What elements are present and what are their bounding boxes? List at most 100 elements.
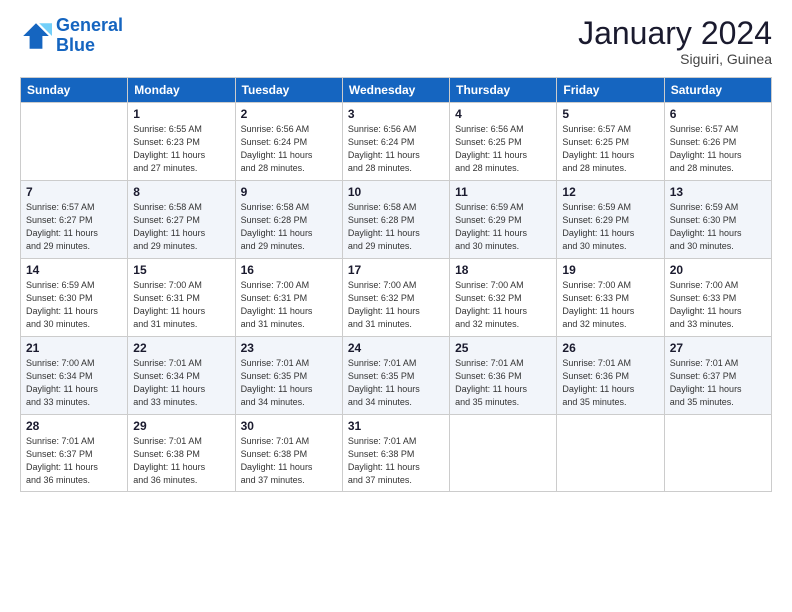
day-number: 23 (241, 341, 337, 355)
title-block: January 2024 Siguiri, Guinea (578, 16, 772, 67)
calendar-cell: 22 Sunrise: 7:01 AMSunset: 6:34 PMDayligh… (128, 337, 235, 415)
header-row: Sunday Monday Tuesday Wednesday Thursday… (21, 78, 772, 103)
calendar-cell: 31Sunrise: 7:01 AMSunset: 6:38 PMDayligh… (342, 415, 449, 492)
cell-info: Sunrise: 7:01 AMSunset: 6:35 PMDaylight:… (241, 357, 337, 409)
cell-info: Sunrise: 7:00 AMSunset: 6:33 PMDaylight:… (562, 279, 658, 331)
day-number: 6 (670, 107, 766, 121)
col-thursday: Thursday (450, 78, 557, 103)
cell-info: Sunrise: 7:00 AMSunset: 6:34 PMDaylight:… (26, 357, 122, 409)
day-number: 9 (241, 185, 337, 199)
day-number: 27 (670, 341, 766, 355)
cell-info: Sunrise: 6:56 AMSunset: 6:25 PMDaylight:… (455, 123, 551, 175)
calendar-cell: 4 Sunrise: 6:56 AMSunset: 6:25 PMDaylight… (450, 103, 557, 181)
cell-info: Sunrise: 7:01 AMSunset: 6:37 PMDaylight:… (26, 435, 122, 487)
day-number: 10 (348, 185, 444, 199)
calendar-cell: 5 Sunrise: 6:57 AMSunset: 6:25 PMDaylight… (557, 103, 664, 181)
header: General Blue January 2024 Siguiri, Guine… (20, 16, 772, 67)
day-number: 3 (348, 107, 444, 121)
calendar-week-row: 14 Sunrise: 6:59 AMSunset: 6:30 PMDayligh… (21, 259, 772, 337)
cell-info: Sunrise: 6:56 AMSunset: 6:24 PMDaylight:… (241, 123, 337, 175)
calendar-cell (21, 103, 128, 181)
page: General Blue January 2024 Siguiri, Guine… (0, 0, 792, 612)
calendar-cell: 28 Sunrise: 7:01 AMSunset: 6:37 PMDayligh… (21, 415, 128, 492)
logo: General Blue (20, 16, 123, 56)
day-number: 5 (562, 107, 658, 121)
calendar-cell: 16Sunrise: 7:00 AMSunset: 6:31 PMDayligh… (235, 259, 342, 337)
calendar-week-row: 7Sunrise: 6:57 AMSunset: 6:27 PMDaylight… (21, 181, 772, 259)
cell-info: Sunrise: 6:57 AMSunset: 6:26 PMDaylight:… (670, 123, 766, 175)
day-number: 28 (26, 419, 122, 433)
day-number: 22 (133, 341, 229, 355)
day-number: 8 (133, 185, 229, 199)
logo-line2: Blue (56, 35, 95, 55)
cell-info: Sunrise: 6:55 AMSunset: 6:23 PMDaylight:… (133, 123, 229, 175)
calendar-cell: 3 Sunrise: 6:56 AMSunset: 6:24 PMDaylight… (342, 103, 449, 181)
day-number: 12 (562, 185, 658, 199)
calendar-cell: 25 Sunrise: 7:01 AMSunset: 6:36 PMDayligh… (450, 337, 557, 415)
cell-info: Sunrise: 7:01 AMSunset: 6:38 PMDaylight:… (241, 435, 337, 487)
day-number: 30 (241, 419, 337, 433)
day-number: 15 (133, 263, 229, 277)
logo-line1: General (56, 15, 123, 35)
day-number: 31 (348, 419, 444, 433)
day-number: 1 (133, 107, 229, 121)
cell-info: Sunrise: 7:01 AMSunset: 6:36 PMDaylight:… (455, 357, 551, 409)
calendar-cell: 14 Sunrise: 6:59 AMSunset: 6:30 PMDayligh… (21, 259, 128, 337)
calendar-week-row: 28 Sunrise: 7:01 AMSunset: 6:37 PMDayligh… (21, 415, 772, 492)
calendar-cell: 21 Sunrise: 7:00 AMSunset: 6:34 PMDayligh… (21, 337, 128, 415)
day-number: 25 (455, 341, 551, 355)
calendar-week-row: 1 Sunrise: 6:55 AMSunset: 6:23 PMDaylight… (21, 103, 772, 181)
cell-info: Sunrise: 6:59 AMSunset: 6:29 PMDaylight:… (562, 201, 658, 253)
cell-info: Sunrise: 6:58 AMSunset: 6:28 PMDaylight:… (241, 201, 337, 253)
col-sunday: Sunday (21, 78, 128, 103)
day-number: 7 (26, 185, 122, 199)
day-number: 26 (562, 341, 658, 355)
day-number: 20 (670, 263, 766, 277)
calendar-cell: 17Sunrise: 7:00 AMSunset: 6:32 PMDayligh… (342, 259, 449, 337)
cell-info: Sunrise: 7:01 AMSunset: 6:36 PMDaylight:… (562, 357, 658, 409)
cell-info: Sunrise: 6:59 AMSunset: 6:30 PMDaylight:… (26, 279, 122, 331)
calendar-week-row: 21 Sunrise: 7:00 AMSunset: 6:34 PMDayligh… (21, 337, 772, 415)
cell-info: Sunrise: 7:00 AMSunset: 6:32 PMDaylight:… (348, 279, 444, 331)
day-number: 4 (455, 107, 551, 121)
calendar-cell: 19 Sunrise: 7:00 AMSunset: 6:33 PMDayligh… (557, 259, 664, 337)
calendar-cell: 26 Sunrise: 7:01 AMSunset: 6:36 PMDayligh… (557, 337, 664, 415)
calendar-cell: 12 Sunrise: 6:59 AMSunset: 6:29 PMDayligh… (557, 181, 664, 259)
cell-info: Sunrise: 6:56 AMSunset: 6:24 PMDaylight:… (348, 123, 444, 175)
calendar-cell (664, 415, 771, 492)
day-number: 19 (562, 263, 658, 277)
calendar-cell: 11Sunrise: 6:59 AMSunset: 6:29 PMDayligh… (450, 181, 557, 259)
calendar-cell: 15Sunrise: 7:00 AMSunset: 6:31 PMDayligh… (128, 259, 235, 337)
day-number: 24 (348, 341, 444, 355)
cell-info: Sunrise: 6:58 AMSunset: 6:27 PMDaylight:… (133, 201, 229, 253)
col-friday: Friday (557, 78, 664, 103)
cell-info: Sunrise: 6:57 AMSunset: 6:25 PMDaylight:… (562, 123, 658, 175)
col-tuesday: Tuesday (235, 78, 342, 103)
logo-text: General Blue (56, 16, 123, 56)
cell-info: Sunrise: 7:01 AMSunset: 6:37 PMDaylight:… (670, 357, 766, 409)
day-number: 21 (26, 341, 122, 355)
col-saturday: Saturday (664, 78, 771, 103)
cell-info: Sunrise: 7:00 AMSunset: 6:33 PMDaylight:… (670, 279, 766, 331)
cell-info: Sunrise: 6:59 AMSunset: 6:30 PMDaylight:… (670, 201, 766, 253)
day-number: 2 (241, 107, 337, 121)
day-number: 11 (455, 185, 551, 199)
cell-info: Sunrise: 7:01 AMSunset: 6:34 PMDaylight:… (133, 357, 229, 409)
col-monday: Monday (128, 78, 235, 103)
calendar-cell: 29Sunrise: 7:01 AMSunset: 6:38 PMDayligh… (128, 415, 235, 492)
day-number: 14 (26, 263, 122, 277)
calendar-cell: 10Sunrise: 6:58 AMSunset: 6:28 PMDayligh… (342, 181, 449, 259)
month-title: January 2024 (578, 16, 772, 51)
logo-icon (20, 20, 52, 52)
cell-info: Sunrise: 7:00 AMSunset: 6:32 PMDaylight:… (455, 279, 551, 331)
calendar-table: Sunday Monday Tuesday Wednesday Thursday… (20, 77, 772, 492)
day-number: 13 (670, 185, 766, 199)
calendar-cell: 30 Sunrise: 7:01 AMSunset: 6:38 PMDayligh… (235, 415, 342, 492)
calendar-cell: 7Sunrise: 6:57 AMSunset: 6:27 PMDaylight… (21, 181, 128, 259)
calendar-cell: 2 Sunrise: 6:56 AMSunset: 6:24 PMDaylight… (235, 103, 342, 181)
calendar-cell: 9 Sunrise: 6:58 AMSunset: 6:28 PMDaylight… (235, 181, 342, 259)
calendar-cell: 20 Sunrise: 7:00 AMSunset: 6:33 PMDayligh… (664, 259, 771, 337)
cell-info: Sunrise: 7:00 AMSunset: 6:31 PMDaylight:… (241, 279, 337, 331)
calendar-cell: 18Sunrise: 7:00 AMSunset: 6:32 PMDayligh… (450, 259, 557, 337)
calendar-cell: 27 Sunrise: 7:01 AMSunset: 6:37 PMDayligh… (664, 337, 771, 415)
